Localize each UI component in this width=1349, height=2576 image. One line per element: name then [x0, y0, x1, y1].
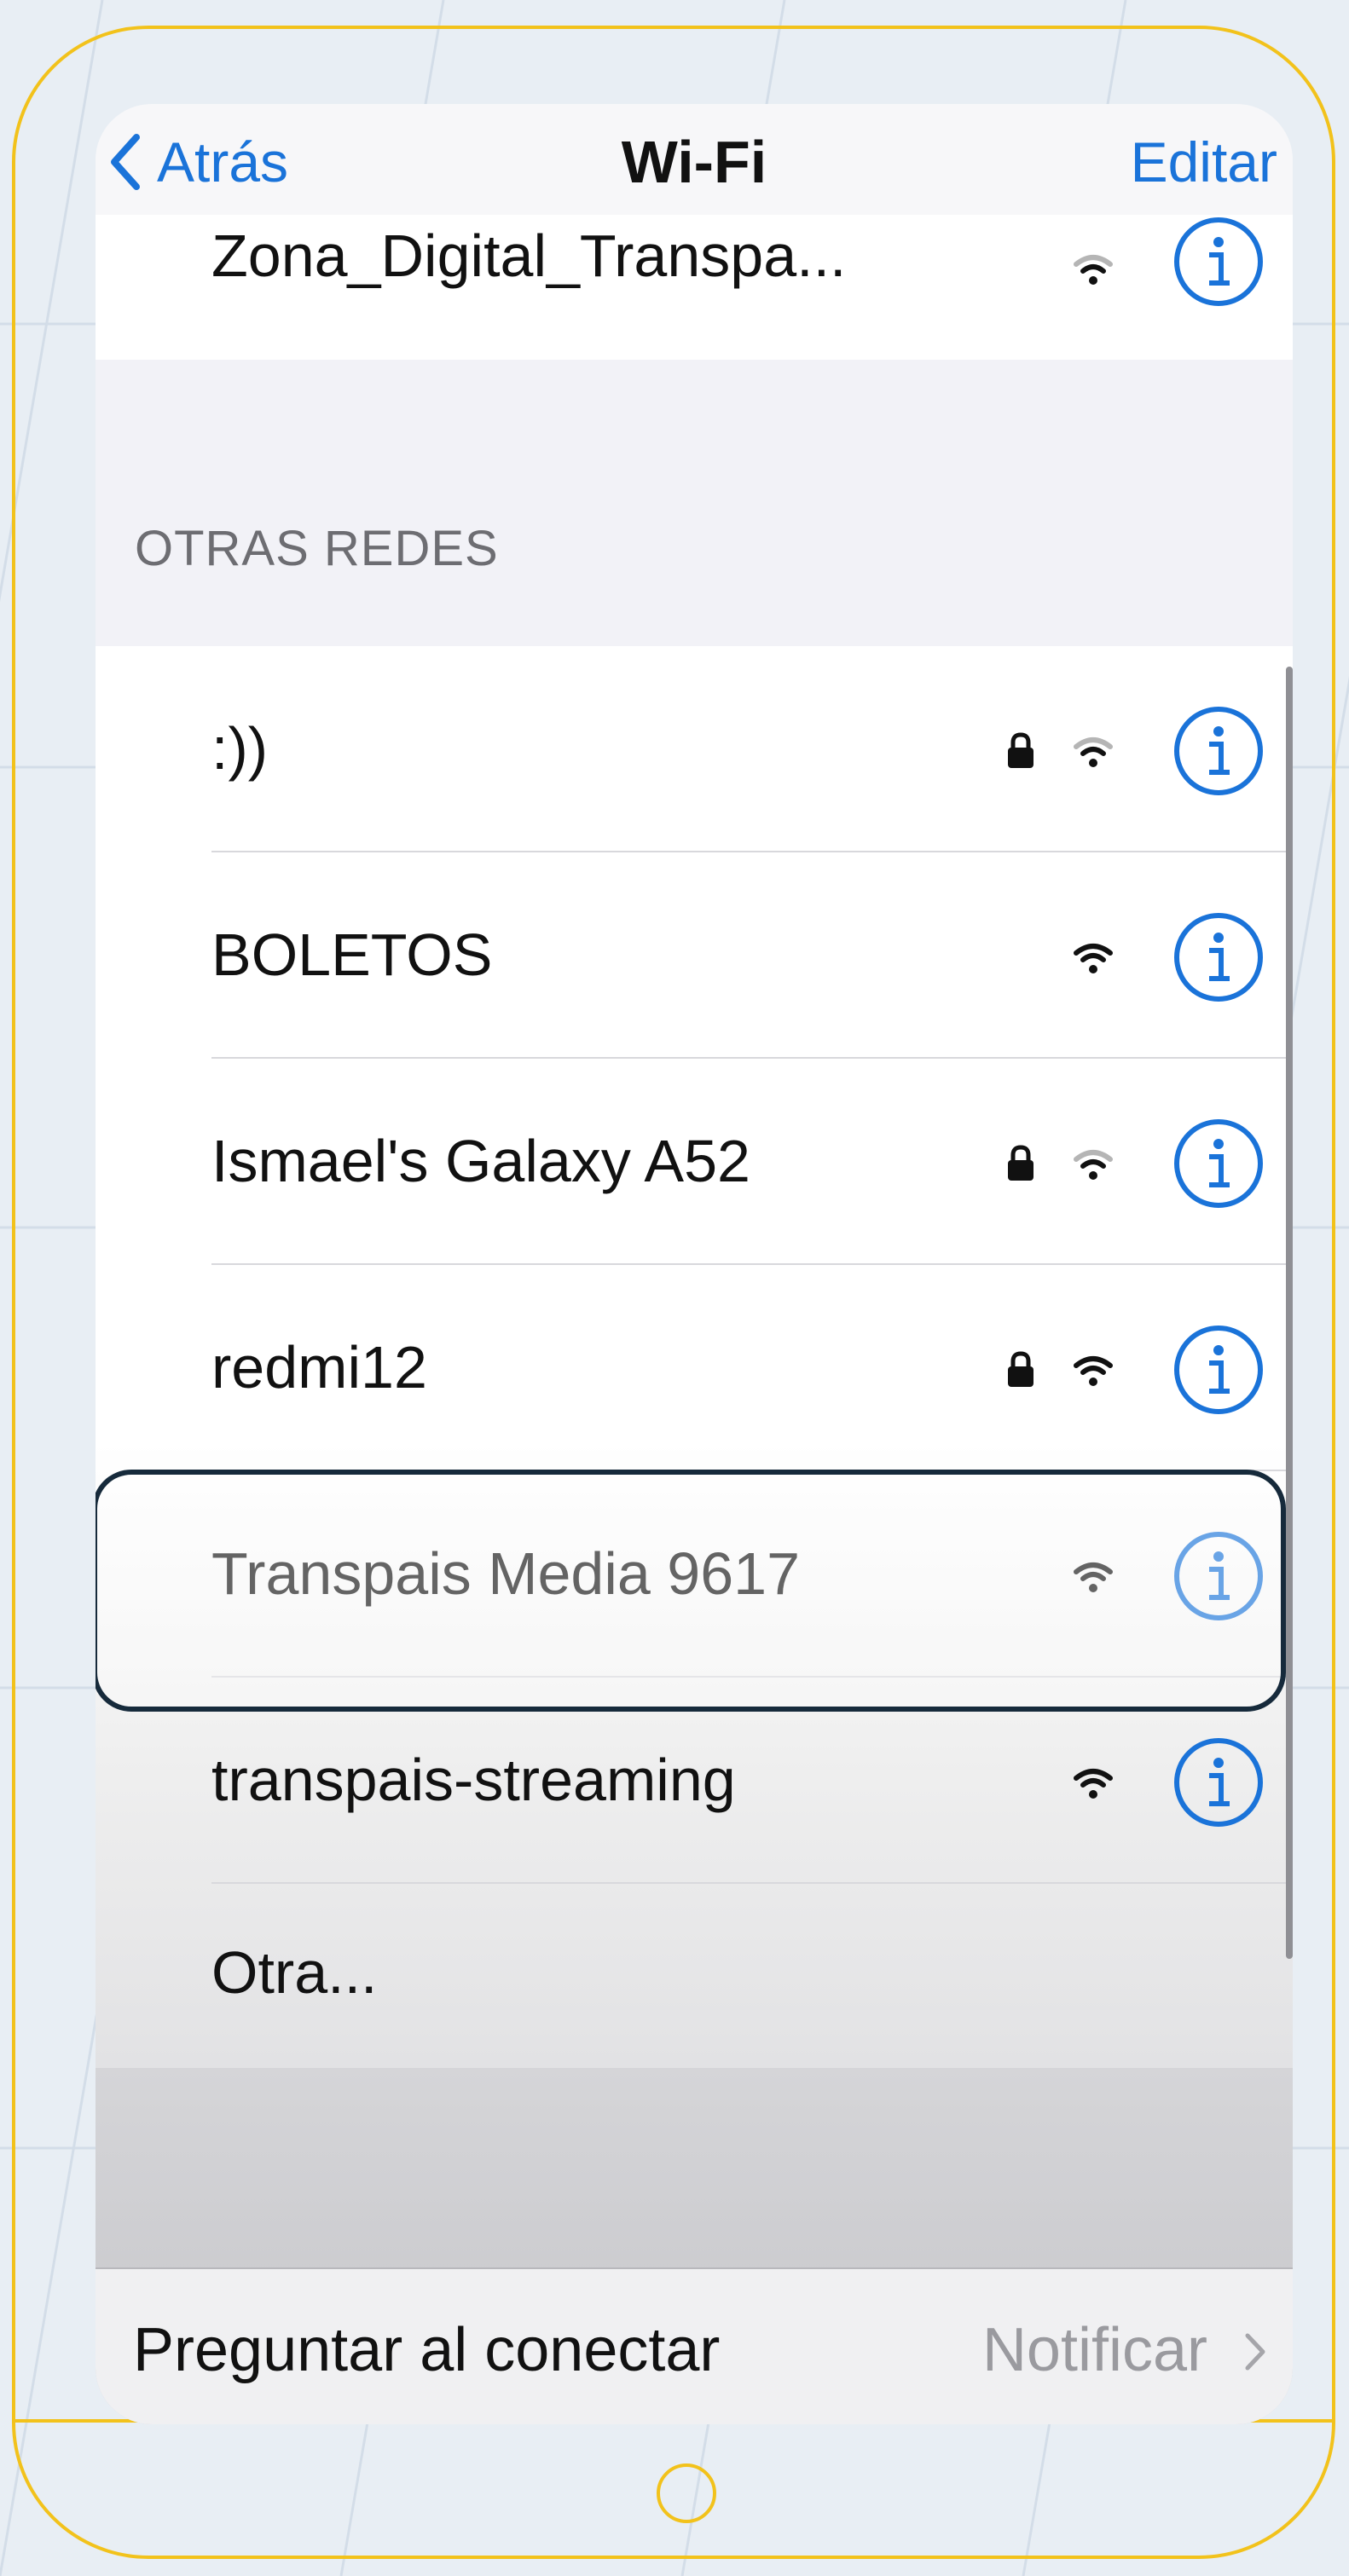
- ask-to-join-label: Preguntar al conectar: [133, 2316, 721, 2384]
- network-row[interactable]: Ismael's Galaxy A52: [96, 1059, 1293, 1265]
- network-row[interactable]: BOLETOS: [96, 852, 1293, 1059]
- wifi-icon: [1074, 944, 1113, 973]
- info-icon[interactable]: [1172, 1117, 1265, 1210]
- network-row[interactable]: redmi12: [96, 1265, 1293, 1471]
- wifi-icon: [1074, 1769, 1113, 1799]
- current-network-row[interactable]: Zona_Digital_Transpa...: [96, 215, 1293, 360]
- ask-to-join-row[interactable]: Preguntar al conectar Notificar: [96, 2267, 1293, 2424]
- wifi-icon: [1074, 255, 1113, 285]
- wifi-icon: [1074, 1356, 1113, 1386]
- other-network-row[interactable]: Otra...: [96, 1884, 1293, 2068]
- lock-icon: [1008, 1145, 1033, 1181]
- network-name: Otra...: [211, 1939, 378, 2006]
- network-name: Ismael's Galaxy A52: [211, 1128, 750, 1194]
- lock-icon: [1008, 1351, 1033, 1387]
- info-icon[interactable]: [1172, 704, 1265, 798]
- home-button[interactable]: [657, 2463, 716, 2523]
- network-row[interactable]: :)): [96, 646, 1293, 852]
- wifi-icon: [1074, 737, 1113, 767]
- info-icon[interactable]: [1172, 910, 1265, 1004]
- network-name: :)): [211, 715, 269, 782]
- wifi-icon: [1074, 1150, 1113, 1180]
- info-icon[interactable]: [1172, 1736, 1265, 1829]
- network-name: transpais-streaming: [211, 1747, 736, 1813]
- network-name: Zona_Digital_Transpa...: [211, 222, 847, 289]
- lock-icon: [1008, 732, 1033, 768]
- ask-to-join-value: Notificar: [981, 2316, 1207, 2384]
- scrollbar[interactable]: [1286, 667, 1293, 1959]
- network-name: BOLETOS: [211, 921, 493, 988]
- navigation-bar: Atrás Wi-Fi Editar: [96, 104, 1293, 215]
- info-icon[interactable]: [1172, 215, 1265, 309]
- highlight-box: [96, 1470, 1286, 1712]
- network-list: :)) BOLETOS Ismael's Galaxy A52 redmi12 …: [96, 646, 1293, 2068]
- section-header-other-networks: OTRAS REDES: [135, 521, 499, 576]
- chevron-right-icon: [1245, 2333, 1265, 2371]
- edit-button[interactable]: Editar: [1131, 130, 1277, 194]
- network-name: redmi12: [211, 1334, 427, 1401]
- info-icon[interactable]: [1172, 1323, 1265, 1417]
- wifi-settings-screen: Atrás Wi-Fi Editar Zona_Digital_Transpa.…: [96, 104, 1293, 2424]
- page-title: Wi-Fi: [621, 129, 767, 195]
